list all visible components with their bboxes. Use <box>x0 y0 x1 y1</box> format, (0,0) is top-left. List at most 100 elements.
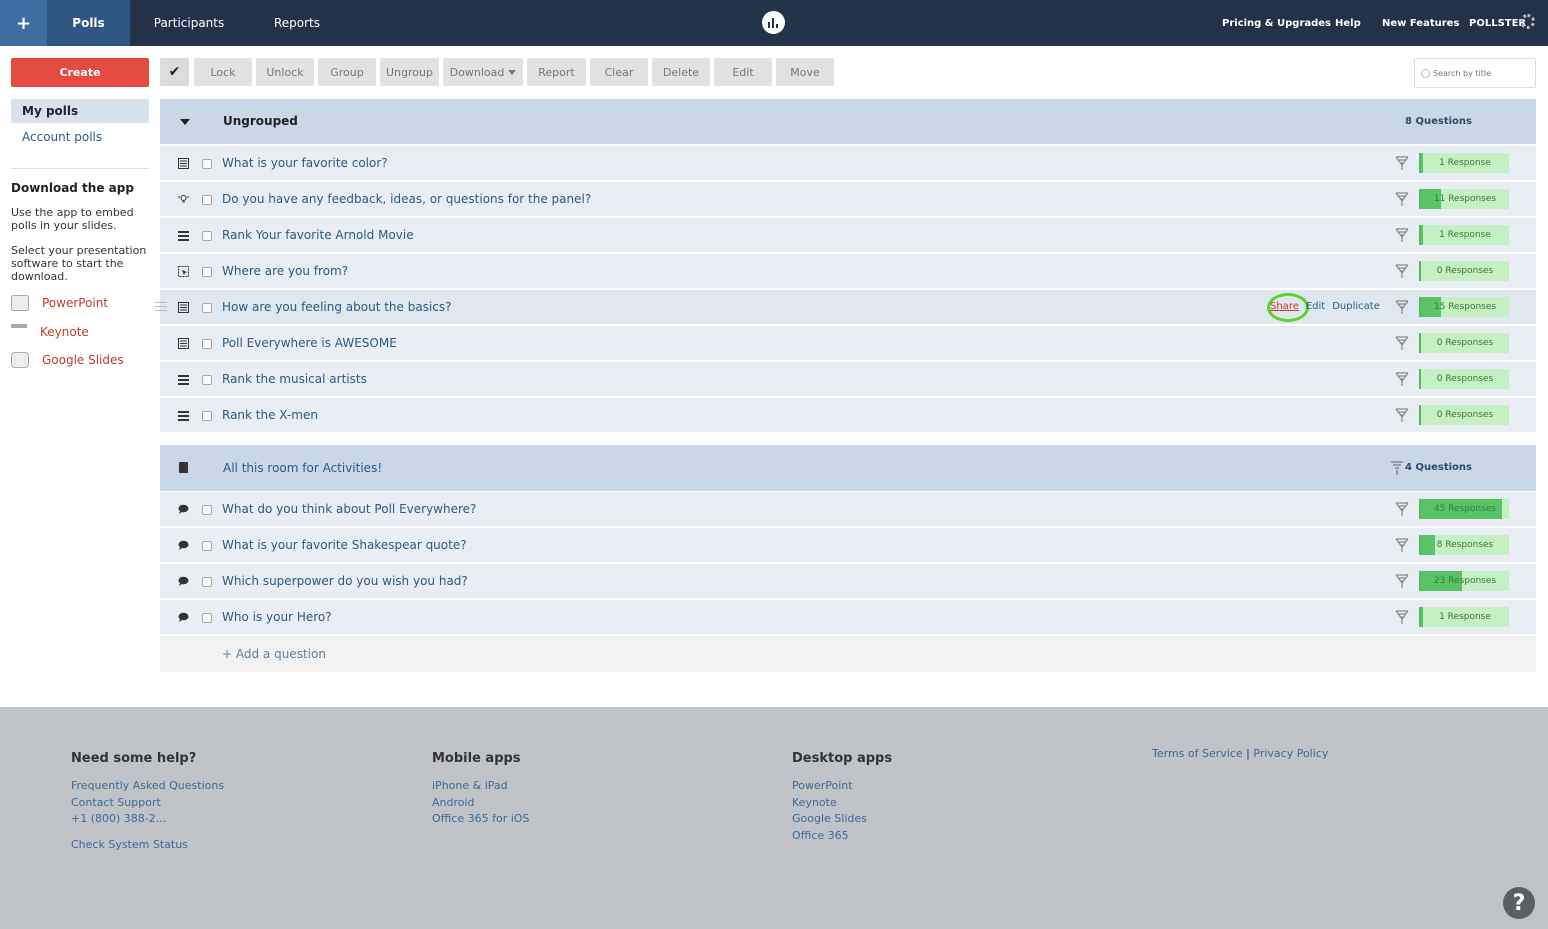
table-row[interactable]: Do you have any feedback, ideas, or ques… <box>160 182 1536 217</box>
edit-button[interactable]: Edit <box>714 58 772 86</box>
download-powerpoint-link[interactable]: PowerPoint <box>11 294 108 312</box>
terms-link[interactable]: Terms of Service <box>1152 747 1243 760</box>
edit-link[interactable]: Edit <box>1306 301 1325 312</box>
tab-participants[interactable]: Participants <box>140 0 238 46</box>
table-row[interactable]: What is your favorite color? 1 Response <box>160 146 1536 181</box>
responses-badge[interactable]: 0 Responses <box>1419 261 1509 281</box>
poll-title-link[interactable]: Rank the X-men <box>222 408 318 422</box>
phone-link[interactable]: +1 (800) 388-2... <box>71 811 224 828</box>
group-header-ungrouped[interactable]: Ungrouped 8 Questions <box>160 99 1536 144</box>
funnel-icon[interactable] <box>1395 407 1409 423</box>
poll-title-link[interactable]: What is your favorite Shakespear quote? <box>222 538 467 552</box>
keynote-footer-link[interactable]: Keynote <box>792 795 892 812</box>
funnel-icon[interactable] <box>1395 573 1409 589</box>
poll-title-link[interactable]: How are you feeling about the basics? <box>222 300 452 314</box>
sidebar-item-account-polls[interactable]: Account polls <box>11 125 149 149</box>
row-checkbox[interactable] <box>202 375 212 385</box>
pricing-upgrades-link[interactable]: Pricing & Upgrades <box>1222 0 1331 46</box>
funnel-icon[interactable] <box>1395 609 1409 625</box>
table-row[interactable]: Which superpower do you wish you had? 23 … <box>160 564 1536 599</box>
report-button[interactable]: Report <box>527 58 586 86</box>
funnel-icon[interactable] <box>1395 191 1409 207</box>
poll-title-link[interactable]: Where are you from? <box>222 264 348 278</box>
download-dropdown-button[interactable]: Download <box>443 58 523 86</box>
funnel-icon[interactable] <box>1395 155 1409 171</box>
poll-title-link[interactable]: Poll Everywhere is AWESOME <box>222 336 397 350</box>
row-checkbox[interactable] <box>202 267 212 277</box>
move-button[interactable]: Move <box>776 58 834 86</box>
download-keynote-link[interactable]: Keynote <box>11 323 89 341</box>
system-status-link[interactable]: Check System Status <box>71 837 224 854</box>
table-row[interactable]: How are you feeling about the basics? Sha… <box>155 290 1536 325</box>
table-row[interactable]: Who is your Hero? 1 Response <box>160 600 1536 635</box>
duplicate-link[interactable]: Duplicate <box>1332 301 1380 312</box>
new-features-link[interactable]: New Features <box>1382 0 1459 46</box>
create-button[interactable]: Create <box>11 58 149 87</box>
iphone-ipad-link[interactable]: iPhone & iPad <box>432 778 529 795</box>
share-link[interactable]: Share <box>1270 301 1299 312</box>
funnel-icon[interactable] <box>1395 501 1409 517</box>
clear-button[interactable]: Clear <box>590 58 648 86</box>
group-header-activities[interactable]: All this room for Activities! 4 Question… <box>160 445 1536 491</box>
responses-badge[interactable]: 1 Response <box>1419 225 1509 245</box>
poll-title-link[interactable]: Which superpower do you wish you had? <box>222 574 468 588</box>
lock-button[interactable]: Lock <box>194 58 252 86</box>
help-question-button[interactable]: ? <box>1503 887 1535 919</box>
funnel-icon[interactable] <box>1395 263 1409 279</box>
row-checkbox[interactable] <box>202 541 212 551</box>
responses-badge[interactable]: 0 Responses <box>1419 405 1509 425</box>
office365-footer-link[interactable]: Office 365 <box>792 828 892 845</box>
poll-title-link[interactable]: Do you have any feedback, ideas, or ques… <box>222 192 591 206</box>
funnel-icon[interactable] <box>1395 335 1409 351</box>
poll-title-link[interactable]: Rank the musical artists <box>222 372 367 386</box>
android-link[interactable]: Android <box>432 795 529 812</box>
table-row[interactable]: What do you think about Poll Everywhere?… <box>160 492 1536 527</box>
row-checkbox[interactable] <box>202 339 212 349</box>
responses-badge[interactable]: 0 Responses <box>1419 369 1509 389</box>
responses-badge[interactable]: 8 Responses <box>1419 535 1509 555</box>
sidebar-item-my-polls[interactable]: My polls <box>11 99 149 123</box>
responses-badge[interactable]: 1 Response <box>1419 153 1509 173</box>
unlock-button[interactable]: Unlock <box>256 58 314 86</box>
row-checkbox[interactable] <box>202 303 212 313</box>
responses-badge[interactable]: 15 Responses <box>1419 297 1509 317</box>
responses-badge[interactable]: 11 Responses <box>1419 189 1509 209</box>
delete-button[interactable]: Delete <box>652 58 710 86</box>
funnel-icon[interactable] <box>1395 299 1409 315</box>
table-row[interactable]: Rank the musical artists 0 Responses <box>160 362 1536 397</box>
poll-title-link[interactable]: Rank Your favorite Arnold Movie <box>222 228 414 242</box>
contact-support-link[interactable]: Contact Support <box>71 795 224 812</box>
row-checkbox[interactable] <box>202 159 212 169</box>
responses-badge[interactable]: 1 Response <box>1419 607 1509 627</box>
office365-ios-link[interactable]: Office 365 for iOS <box>432 811 529 828</box>
faq-link[interactable]: Frequently Asked Questions <box>71 778 224 795</box>
row-checkbox[interactable] <box>202 411 212 421</box>
funnel-icon[interactable] <box>1395 371 1409 387</box>
select-all-check-button[interactable]: ✔ <box>160 58 189 86</box>
poll-title-link[interactable]: What do you think about Poll Everywhere? <box>222 502 476 516</box>
poll-title-link[interactable]: What is your favorite color? <box>222 156 388 170</box>
powerpoint-footer-link[interactable]: PowerPoint <box>792 778 892 795</box>
responses-badge[interactable]: 45 Responses <box>1419 499 1509 519</box>
table-row[interactable]: Poll Everywhere is AWESOME 0 Responses <box>160 326 1536 361</box>
poll-everywhere-logo-icon[interactable] <box>762 11 785 34</box>
group-button[interactable]: Group <box>318 58 376 86</box>
row-checkbox[interactable] <box>202 505 212 515</box>
add-question-link[interactable]: + Add a question <box>222 647 326 661</box>
table-row[interactable]: Where are you from? 0 Responses <box>160 254 1536 289</box>
gear-icon[interactable] <box>1520 14 1535 29</box>
download-google-slides-link[interactable]: Google Slides <box>11 351 124 369</box>
tab-reports[interactable]: Reports <box>262 0 332 46</box>
funnel-icon[interactable] <box>1395 537 1409 553</box>
table-row[interactable]: Rank the X-men 0 Responses <box>160 398 1536 433</box>
row-checkbox[interactable] <box>202 577 212 587</box>
funnel-icon[interactable] <box>1395 227 1409 243</box>
row-checkbox[interactable] <box>202 613 212 623</box>
privacy-link[interactable]: Privacy Policy <box>1253 747 1328 760</box>
ungroup-button[interactable]: Ungroup <box>380 58 439 86</box>
poll-title-link[interactable]: Who is your Hero? <box>222 610 332 624</box>
row-checkbox[interactable] <box>202 195 212 205</box>
drag-handle-icon[interactable] <box>155 302 167 311</box>
new-poll-plus-button[interactable]: + <box>0 0 47 46</box>
responses-badge[interactable]: 0 Responses <box>1419 333 1509 353</box>
